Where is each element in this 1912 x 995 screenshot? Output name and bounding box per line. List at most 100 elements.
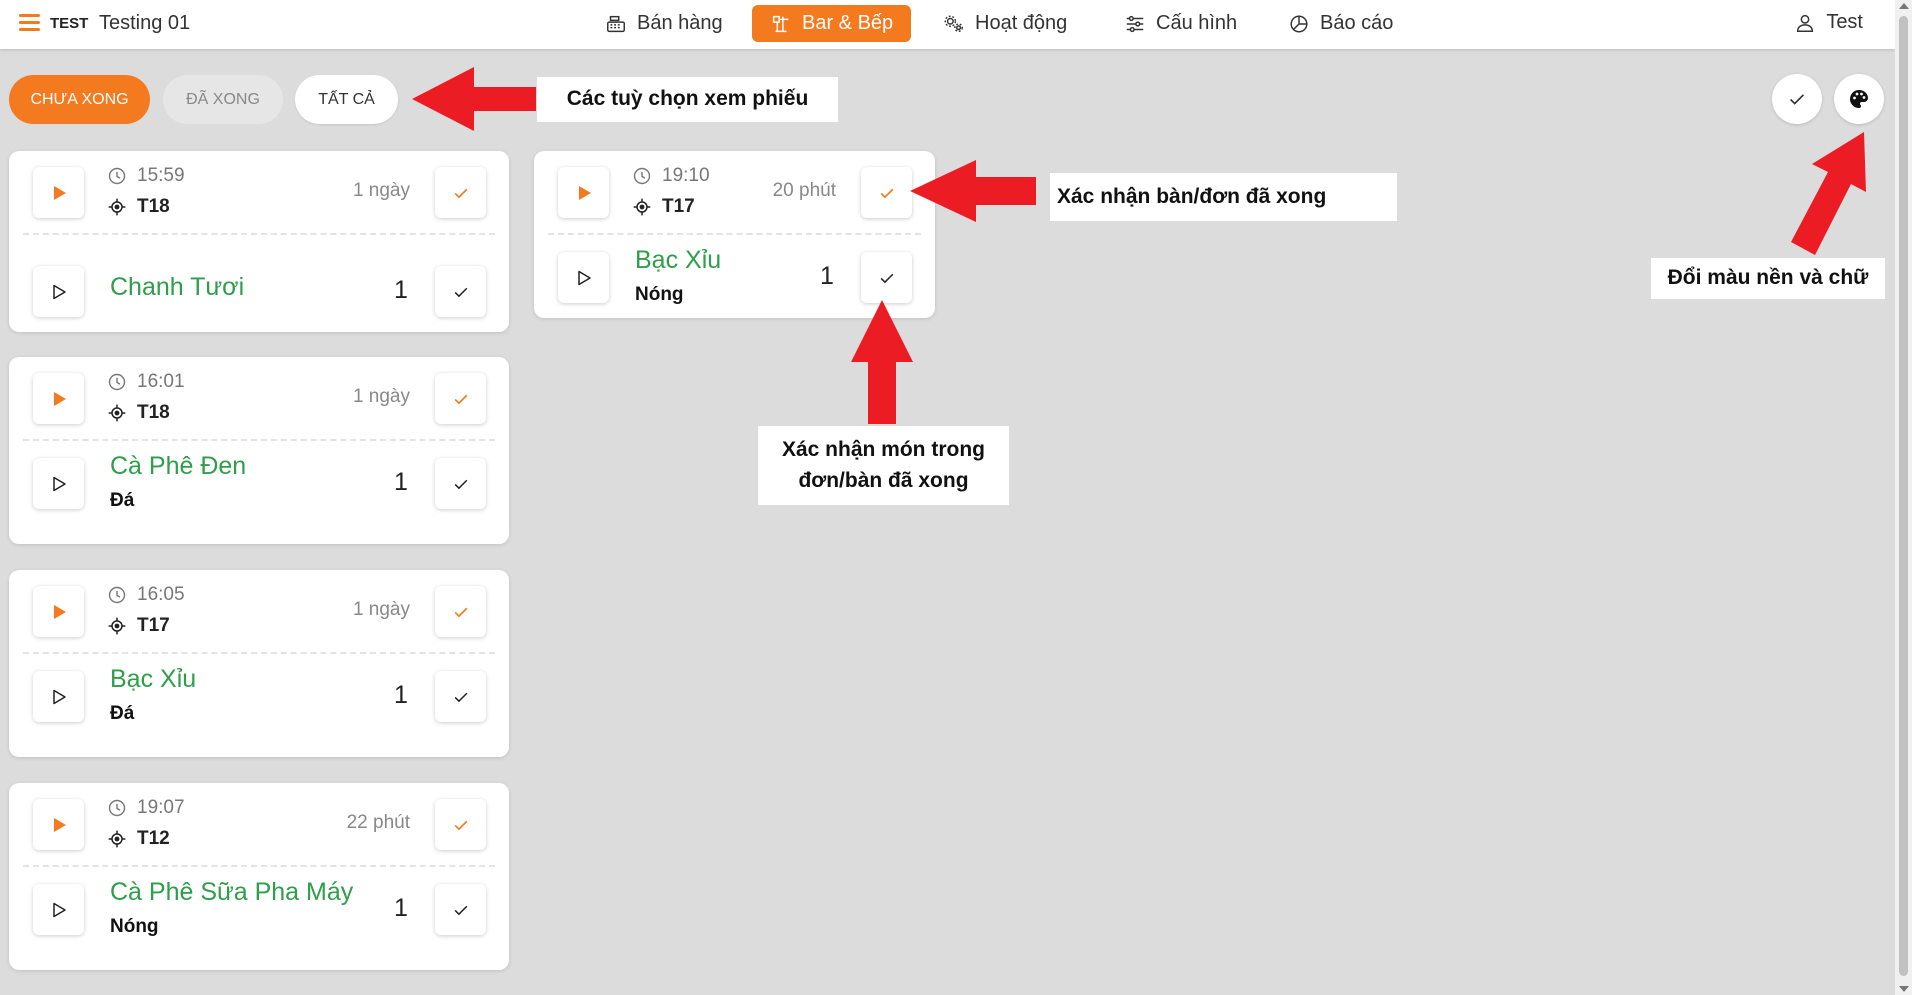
filter-done-button[interactable]: ĐÃ XONG — [163, 75, 283, 124]
vertical-scrollbar[interactable] — [1895, 0, 1912, 995]
scroll-up-arrow-icon[interactable] — [1899, 3, 1909, 9]
ticket-table: T18 — [107, 402, 170, 424]
confirm-ticket-button[interactable] — [435, 799, 486, 850]
clock-icon — [633, 167, 651, 185]
play-icon — [578, 185, 591, 200]
nav-label: Bar & Bếp — [802, 12, 894, 34]
item-quantity: 1 — [394, 468, 408, 496]
confirm-all-button[interactable] — [1772, 74, 1822, 124]
hamburger-menu-icon[interactable] — [19, 14, 40, 32]
start-item-button[interactable] — [33, 671, 84, 722]
confirm-item-button[interactable] — [435, 266, 486, 317]
start-item-button[interactable] — [33, 458, 84, 509]
item-note: Đá — [110, 703, 135, 724]
table-location-icon — [108, 404, 126, 422]
start-item-button[interactable] — [33, 266, 84, 317]
item-quantity: 1 — [394, 276, 408, 304]
ticket-divider — [23, 865, 495, 867]
arrow-up-change-colors — [1791, 132, 1866, 255]
color-theme-button[interactable] — [1834, 74, 1884, 124]
start-ticket-button[interactable] — [33, 586, 84, 637]
ticket-card: 16:05 T17 1 ngày Bạc Xỉu Đá 1 — [9, 570, 509, 757]
callout-confirm-item: Xác nhận món trong đơn/bàn đã xong — [758, 426, 1009, 505]
filter-all-button[interactable]: TẤT CẢ — [295, 75, 398, 124]
checkmark-icon — [454, 905, 467, 915]
ticket-table: T12 — [107, 828, 170, 850]
start-ticket-button[interactable] — [33, 799, 84, 850]
ticket-table-label: T18 — [137, 196, 170, 217]
item-name: Chanh Tươi — [110, 273, 245, 301]
filter-pending-button[interactable]: CHƯA XONG — [9, 75, 150, 124]
clock-icon — [108, 167, 126, 185]
clock-icon — [108, 586, 126, 604]
play-outline-icon — [52, 902, 66, 917]
ticket-divider — [23, 652, 495, 654]
sliders-icon — [1126, 15, 1144, 32]
ticket-table: T17 — [107, 615, 170, 637]
arrow-left-confirm-ticket — [910, 160, 1036, 222]
ticket-elapsed: 22 phút — [346, 812, 410, 833]
nav-bar-bep[interactable]: Bar & Bếp — [752, 5, 912, 42]
checkmark-icon — [1789, 94, 1805, 105]
item-quantity: 1 — [820, 262, 834, 290]
callout-view-options: Các tuỳ chọn xem phiếu — [537, 77, 838, 122]
confirm-ticket-button[interactable] — [435, 167, 486, 218]
confirm-item-button[interactable] — [435, 671, 486, 722]
confirm-ticket-button[interactable] — [435, 586, 486, 637]
clock-icon — [108, 799, 126, 817]
start-item-button[interactable] — [33, 884, 84, 935]
nav-ban-hang[interactable]: Bán hàng — [587, 5, 741, 42]
nav-label: Bán hàng — [637, 12, 723, 34]
ticket-table-label: T17 — [662, 196, 695, 217]
play-icon — [53, 391, 66, 406]
top-navigation-bar: TEST Testing 01 Bán hàng Bar & Bếp Hoạt … — [0, 0, 1895, 49]
ticket-elapsed: 1 ngày — [352, 180, 410, 201]
start-ticket-button[interactable] — [33, 167, 84, 218]
confirm-ticket-button[interactable] — [435, 373, 486, 424]
ticket-divider — [23, 233, 495, 235]
nav-bao-cao[interactable]: Báo cáo — [1270, 5, 1411, 42]
play-icon — [53, 185, 66, 200]
nav-cau-hinh[interactable]: Cấu hình — [1106, 5, 1255, 42]
item-name: Bạc Xỉu — [635, 246, 722, 274]
confirm-item-button[interactable] — [435, 884, 486, 935]
item-note: Nóng — [110, 916, 159, 937]
confirm-item-button[interactable] — [435, 458, 486, 509]
brand-label: TEST — [50, 15, 89, 32]
arrow-up-confirm-item — [851, 300, 913, 424]
nav-hoat-dong[interactable]: Hoạt động — [925, 5, 1085, 42]
ticket-table: T18 — [107, 196, 170, 218]
nav-label: Hoạt động — [975, 12, 1068, 34]
scroll-thumb[interactable] — [1899, 16, 1908, 976]
user-icon — [1797, 14, 1814, 32]
scroll-down-arrow-icon[interactable] — [1899, 986, 1909, 992]
item-quantity: 1 — [394, 894, 408, 922]
confirm-item-button[interactable] — [861, 252, 912, 303]
user-name: Test — [1826, 11, 1863, 33]
item-name: Cà Phê Sữa Pha Máy — [110, 878, 354, 906]
checkmark-icon — [454, 692, 467, 702]
play-outline-icon — [577, 270, 591, 285]
confirm-ticket-button[interactable] — [861, 167, 912, 218]
ticket-time: 16:05 — [107, 584, 185, 606]
ticket-card: 19:10 T17 20 phút Bạc Xỉu Nóng 1 — [534, 151, 935, 318]
callout-confirm-item-line2: đơn/bàn đã xong — [798, 468, 969, 492]
start-item-button[interactable] — [558, 252, 609, 303]
ticket-elapsed: 1 ngày — [352, 599, 410, 620]
checkmark-icon — [454, 394, 467, 404]
play-outline-icon — [52, 476, 66, 491]
item-quantity: 1 — [394, 681, 408, 709]
ticket-time-label: 15:59 — [137, 165, 185, 186]
start-ticket-button[interactable] — [558, 167, 609, 218]
ticket-table-label: T18 — [137, 402, 170, 423]
user-menu[interactable]: Test — [1794, 11, 1863, 34]
ticket-elapsed: 1 ngày — [352, 386, 410, 407]
clock-icon — [108, 373, 126, 391]
callout-confirm-ticket: Xác nhận bàn/đơn đã xong — [1050, 173, 1397, 221]
ticket-table: T17 — [632, 196, 695, 218]
table-location-icon — [108, 198, 126, 216]
start-ticket-button[interactable] — [33, 373, 84, 424]
store-name[interactable]: Testing 01 — [99, 12, 190, 35]
ticket-time-label: 16:01 — [137, 371, 185, 392]
play-outline-icon — [52, 284, 66, 299]
